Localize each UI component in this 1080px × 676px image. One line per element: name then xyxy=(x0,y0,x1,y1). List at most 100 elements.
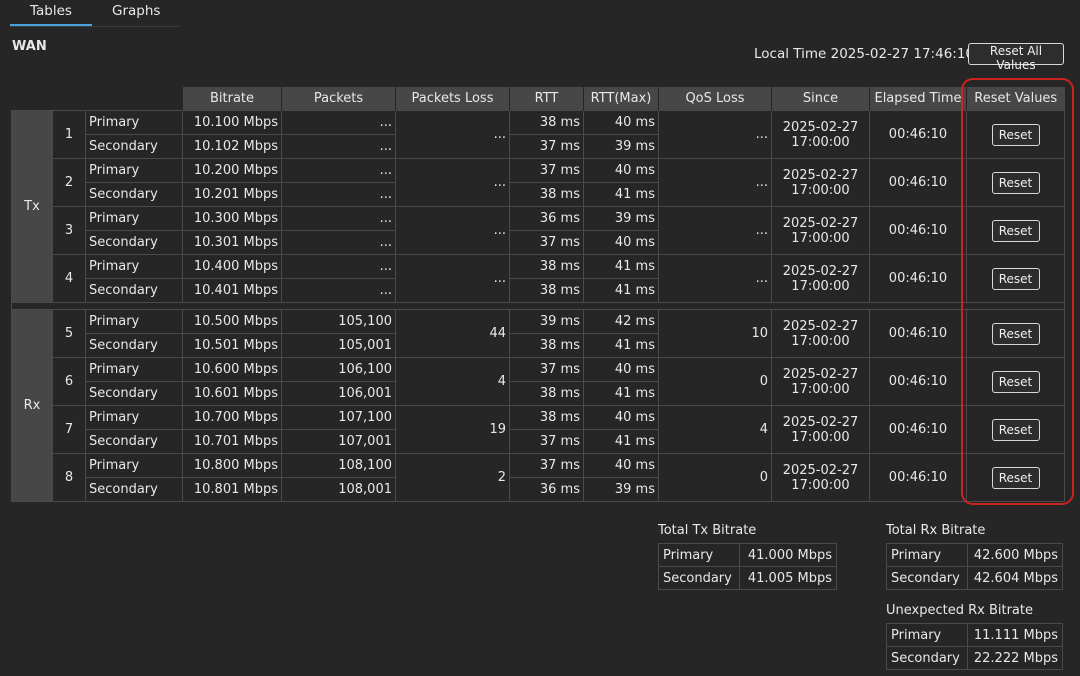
reset-button[interactable]: Reset xyxy=(991,219,1040,242)
table-body: Tx 1 Primary 10.100 Mbps...... 38 ms 40 ms...… xyxy=(11,110,1065,502)
table-row: Primary 11.111 Mbps xyxy=(886,623,1063,647)
rtt-cell: 37 ms xyxy=(509,158,584,183)
link-type: Primary xyxy=(85,254,183,279)
rtt-max-cell: 41 ms xyxy=(583,333,659,358)
table-row: Secondary 42.604 Mbps xyxy=(886,566,1063,590)
tab-bar: Tables Graphs xyxy=(10,0,180,27)
bitrate-cell: 10.102 Mbps xyxy=(182,134,282,159)
packets-loss-cell: ... xyxy=(395,158,510,207)
group-spacer xyxy=(11,302,1065,310)
rtt-max-cell: 39 ms xyxy=(583,134,659,159)
packets-cell: 106,001 xyxy=(281,381,396,406)
packets-loss-cell: ... xyxy=(395,254,510,303)
qos-loss-cell: ... xyxy=(658,206,772,255)
elapsed-time-cell: 00:46:10 xyxy=(869,158,967,207)
packets-cell: 107,001 xyxy=(281,429,396,454)
since-cell: 2025-02-27 17:00:00 xyxy=(771,254,870,303)
since-date: 2025-02-27 xyxy=(782,318,859,334)
qos-loss-cell: 10 xyxy=(658,309,772,358)
total-rx-summary: Total Rx Bitrate Primary 42.600 Mbps Sec… xyxy=(886,523,1063,590)
rtt-cell: 38 ms xyxy=(509,254,584,279)
table-header-row: Bitrate Packets Packets Loss RTT RTT(Max… xyxy=(12,87,1065,111)
rtt-max-cell: 40 ms xyxy=(583,453,659,478)
bitrate-cell: 10.201 Mbps xyxy=(182,182,282,207)
entry-index: 6 xyxy=(52,357,86,406)
since-cell: 2025-02-27 17:00:00 xyxy=(771,357,870,406)
table-row: 8 Primary 10.800 Mbps 108,100 2 37 ms 40 ms 0 20… xyxy=(12,453,1065,502)
rtt-cell: 36 ms xyxy=(509,477,584,502)
header-bitrate: Bitrate xyxy=(182,87,282,111)
table-row: 3 Primary 10.300 Mbps...... 36 ms 39 ms... 20… xyxy=(12,206,1065,255)
packets-cell: 108,001 xyxy=(281,477,396,502)
reset-all-button[interactable]: Reset All Values xyxy=(968,43,1064,72)
bitrate-cell: 10.301 Mbps xyxy=(182,230,282,255)
reset-cell: Reset xyxy=(966,309,1065,358)
bitrate-cell: 10.800 Mbps xyxy=(182,453,282,478)
elapsed-time-cell: 00:46:10 xyxy=(869,254,967,303)
reset-cell: Reset xyxy=(966,405,1065,454)
reset-button[interactable]: Reset xyxy=(991,418,1040,441)
since-date: 2025-02-27 xyxy=(782,462,859,478)
packets-cell: ... xyxy=(281,254,396,279)
packets-cell: 105,001 xyxy=(281,333,396,358)
since-cell: 2025-02-27 17:00:00 xyxy=(771,453,870,502)
reset-cell: Reset xyxy=(966,158,1065,207)
packets-cell: 105,100 xyxy=(281,309,396,334)
since-time: 17:00:00 xyxy=(791,134,850,150)
reset-button[interactable]: Reset xyxy=(991,466,1040,489)
table-row: 2 Primary 10.200 Mbps...... 37 ms 40 ms... 20… xyxy=(12,158,1065,207)
entry-index: 1 xyxy=(52,110,86,159)
reset-button[interactable]: Reset xyxy=(991,171,1040,194)
rtt-cell: 38 ms xyxy=(509,381,584,406)
link-type: Secondary xyxy=(85,134,183,159)
reset-button[interactable]: Reset xyxy=(991,322,1040,345)
table-row: 6 Primary 10.600 Mbps 106,100 4 37 ms 40 ms 0 20… xyxy=(12,357,1065,406)
rtt-cell: 37 ms xyxy=(509,357,584,382)
header-elapsed-time: Elapsed Time xyxy=(869,87,967,111)
packets-loss-cell: 4 xyxy=(395,357,510,406)
table-row: Primary 41.000 Mbps xyxy=(658,543,837,567)
unexpected-rx-secondary-value: 22.222 Mbps xyxy=(967,646,1063,670)
group-label: Tx xyxy=(11,110,53,303)
reset-button[interactable]: Reset xyxy=(991,370,1040,393)
rtt-max-cell: 40 ms xyxy=(583,405,659,430)
total-tx-title: Total Tx Bitrate xyxy=(658,523,757,538)
tab-tables[interactable]: Tables xyxy=(10,3,92,26)
since-date: 2025-02-27 xyxy=(782,167,859,183)
since-time: 17:00:00 xyxy=(791,230,850,246)
qos-loss-cell: 0 xyxy=(658,357,772,406)
entry-index: 5 xyxy=(52,309,86,358)
qos-loss-cell: 4 xyxy=(658,405,772,454)
entry-index: 8 xyxy=(52,453,86,502)
total-rx-secondary-value: 42.604 Mbps xyxy=(967,566,1063,590)
reset-cell: Reset xyxy=(966,110,1065,159)
rtt-max-cell: 41 ms xyxy=(583,182,659,207)
reset-button[interactable]: Reset xyxy=(991,123,1040,146)
header-rtt: RTT xyxy=(509,87,584,111)
link-type: Primary xyxy=(85,309,183,334)
since-date: 2025-02-27 xyxy=(782,263,859,279)
header-rtt-max: RTT(Max) xyxy=(583,87,659,111)
rtt-max-cell: 41 ms xyxy=(583,381,659,406)
bitrate-cell: 10.501 Mbps xyxy=(182,333,282,358)
reset-button[interactable]: Reset xyxy=(991,267,1040,290)
bitrate-cell: 10.801 Mbps xyxy=(182,477,282,502)
packets-cell: 107,100 xyxy=(281,405,396,430)
table-row: Rx 5 Primary 10.500 Mbps 105,100 44 39 ms 42 ms… xyxy=(11,309,1065,502)
header-packets-loss: Packets Loss xyxy=(395,87,510,111)
reset-cell: Reset xyxy=(966,357,1065,406)
total-rx-primary-value: 42.600 Mbps xyxy=(967,543,1063,567)
qos-loss-cell: ... xyxy=(658,254,772,303)
packets-cell: ... xyxy=(281,134,396,159)
tab-graphs[interactable]: Graphs xyxy=(112,3,160,19)
rtt-cell: 37 ms xyxy=(509,453,584,478)
total-tx-secondary-value: 41.005 Mbps xyxy=(739,566,837,590)
total-tx-primary-label: Primary xyxy=(658,543,740,567)
packets-cell: ... xyxy=(281,158,396,183)
bitrate-cell: 10.700 Mbps xyxy=(182,405,282,430)
total-rx-table: Primary 42.600 Mbps Secondary 42.604 Mbp… xyxy=(886,543,1063,590)
since-time: 17:00:00 xyxy=(791,333,850,349)
since-date: 2025-02-27 xyxy=(782,119,859,135)
group-label: Rx xyxy=(11,309,53,502)
since-date: 2025-02-27 xyxy=(782,414,859,430)
